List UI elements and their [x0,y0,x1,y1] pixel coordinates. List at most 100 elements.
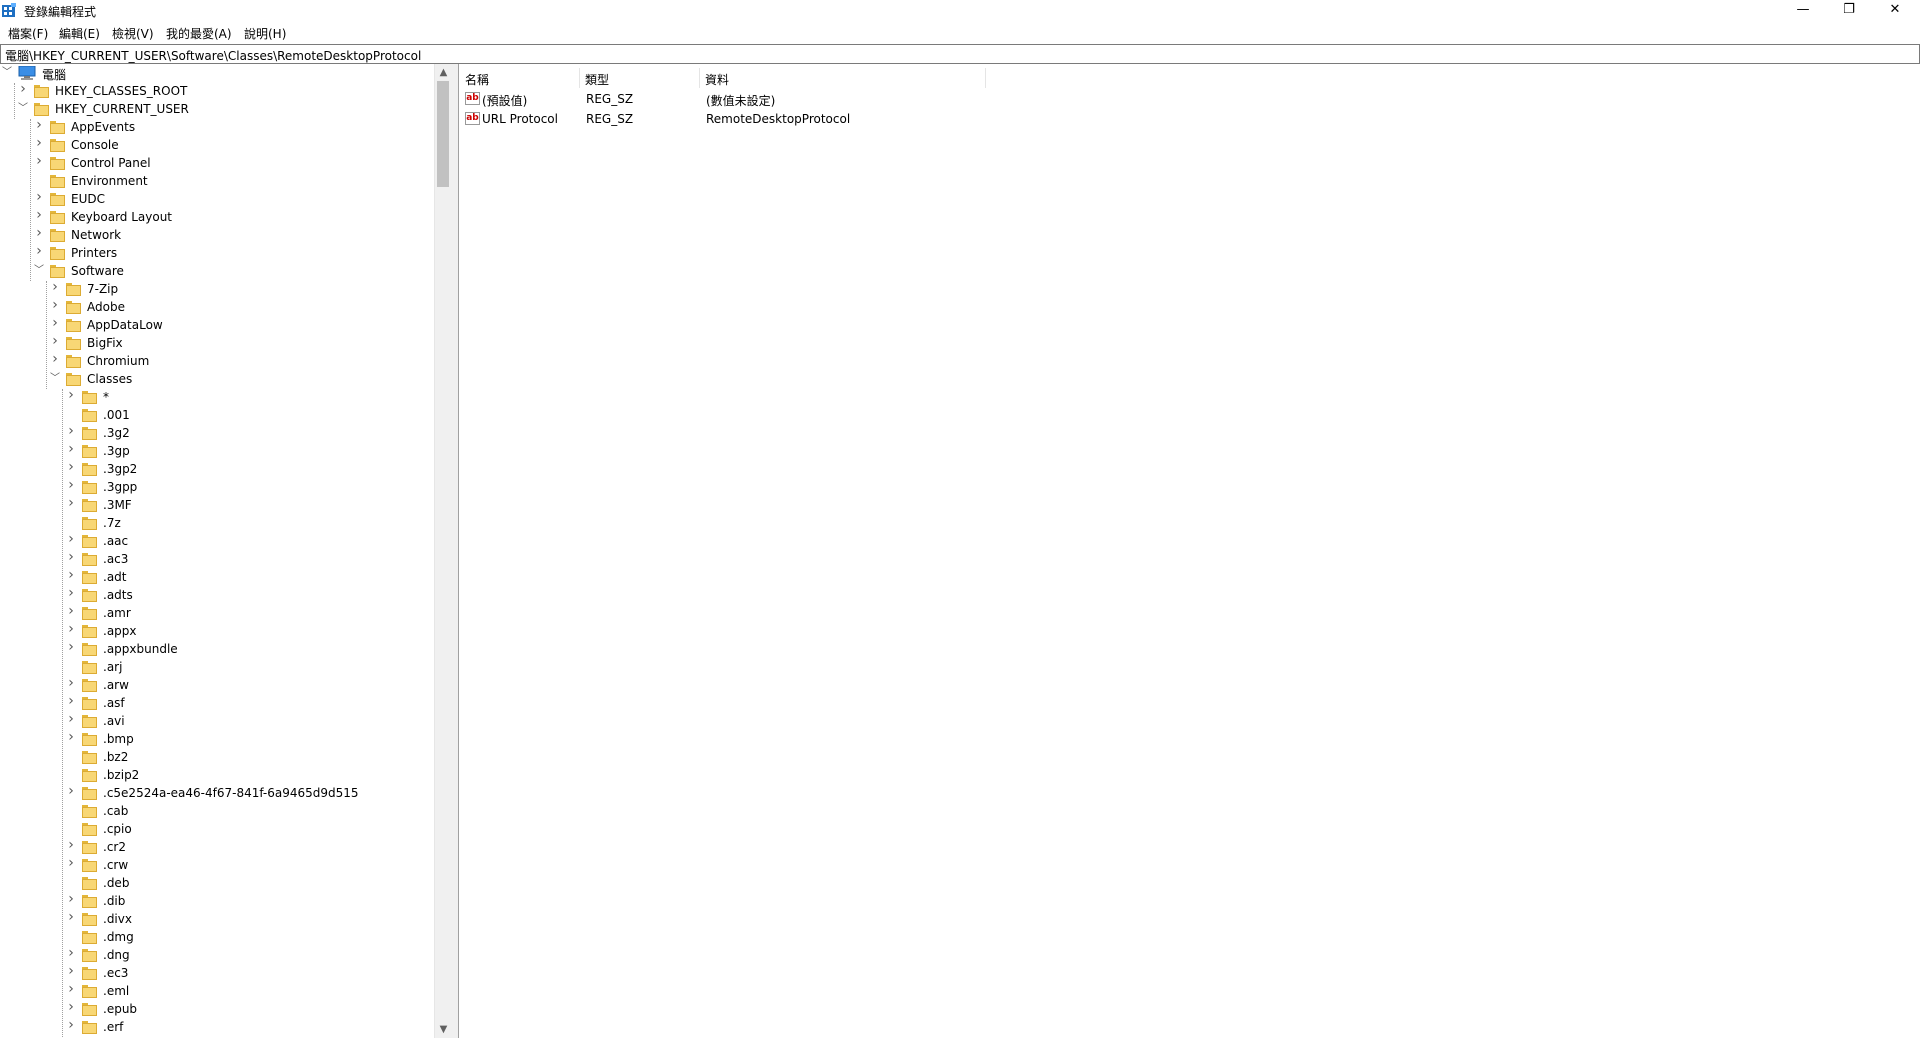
tree-node-label: .appx [103,624,137,638]
tree-guide-line [30,119,31,281]
chevron-right-icon[interactable]: › [66,856,76,870]
chevron-right-icon[interactable]: › [66,892,76,906]
chevron-right-icon[interactable]: › [66,910,76,924]
address-bar[interactable]: 電腦\HKEY_CURRENT_USER\Software\Classes\Re… [0,44,1920,64]
close-button[interactable]: ✕ [1872,0,1918,22]
tree-node-label: .ec3 [103,966,129,980]
menu-favorites[interactable]: 我的最愛(A) [166,25,232,42]
menu-file[interactable]: 檔案(F) [8,25,48,42]
value-type: REG_SZ [586,112,634,126]
chevron-right-icon[interactable]: › [18,82,28,96]
folder-icon [82,589,97,602]
folder-icon [82,697,97,710]
values-list-pane[interactable]: 名稱 類型 資料 ab (預設值) REG_SZ (數值未設定) ab URL … [459,64,1920,1038]
tree-node-label: .eml [103,984,130,998]
chevron-right-icon[interactable]: › [66,532,76,546]
tree-node-label: Adobe [87,300,125,314]
column-header-name[interactable]: 名稱 [459,68,580,88]
tree-node-label: 7-Zip [87,282,119,296]
address-path[interactable]: 電腦\HKEY_CURRENT_USER\Software\Classes\Re… [5,47,421,64]
chevron-right-icon[interactable]: › [66,478,76,492]
chevron-right-icon[interactable]: › [34,190,44,204]
tree-node-label: .3gpp [103,480,138,494]
chevron-right-icon[interactable]: › [66,838,76,852]
chevron-right-icon[interactable]: › [66,964,76,978]
folder-icon [66,337,81,350]
chevron-right-icon[interactable]: › [66,1000,76,1014]
chevron-right-icon[interactable]: › [34,118,44,132]
value-row[interactable]: ab (預設值) REG_SZ (數值未設定) [459,89,1459,109]
value-type: REG_SZ [586,92,634,106]
chevron-right-icon[interactable]: › [50,280,60,294]
chevron-right-icon[interactable]: › [66,622,76,636]
column-header-data[interactable]: 資料 [699,68,986,88]
chevron-down-icon[interactable]: ﹀ [2,67,12,79]
chevron-right-icon[interactable]: › [66,442,76,456]
chevron-right-icon[interactable]: › [66,568,76,582]
chevron-right-icon[interactable]: › [66,640,76,654]
scroll-down-arrow-icon[interactable]: ▼ [435,1021,452,1038]
folder-icon [82,1021,97,1034]
folder-icon [82,499,97,512]
tree-node-label: .divx [103,912,132,926]
chevron-right-icon[interactable]: › [66,784,76,798]
folder-icon [50,121,65,134]
restore-button[interactable]: ❐ [1826,0,1872,22]
chevron-right-icon[interactable]: › [66,982,76,996]
chevron-right-icon[interactable]: › [50,316,60,330]
chevron-right-icon[interactable]: › [66,676,76,690]
chevron-down-icon[interactable]: ﹀ [50,373,60,385]
tree-node-label: .c5e2524a-ea46-4f67-841f-6a9465d9d515 [103,786,359,800]
folder-icon [82,787,97,800]
tree-node-label: .001 [103,408,130,422]
chevron-right-icon[interactable]: › [66,424,76,438]
tree-node-label: 電腦 [42,68,67,82]
chevron-right-icon[interactable]: › [66,388,76,402]
chevron-right-icon[interactable]: › [34,154,44,168]
folder-icon [82,643,97,656]
tree-scrollbar[interactable]: ▲ ▼ [434,64,452,1038]
minimize-button[interactable]: — [1780,0,1826,22]
chevron-right-icon[interactable]: › [34,136,44,150]
tree-node-label: .dng [103,948,130,962]
pane-splitter[interactable] [452,64,459,1038]
tree-node-label: Environment [71,174,148,188]
menu-view[interactable]: 檢視(V) [112,25,154,42]
tree-node-label: .dmg [103,930,134,944]
chevron-right-icon[interactable]: › [34,244,44,258]
chevron-right-icon[interactable]: › [66,460,76,474]
chevron-down-icon[interactable]: ﹀ [34,265,44,277]
chevron-right-icon[interactable]: › [50,352,60,366]
column-header-type[interactable]: 類型 [579,68,700,88]
folder-icon [82,409,97,422]
chevron-right-icon[interactable]: › [50,298,60,312]
value-row[interactable]: ab URL Protocol REG_SZ RemoteDesktopProt… [459,109,1459,129]
chevron-right-icon[interactable]: › [66,496,76,510]
folder-icon [82,553,97,566]
folder-icon [34,103,49,116]
tree-guide-line [14,83,15,119]
folder-icon [50,265,65,278]
chevron-right-icon[interactable]: › [66,946,76,960]
menu-help[interactable]: 說明(H) [244,25,286,42]
scroll-thumb[interactable] [437,81,449,187]
chevron-right-icon[interactable]: › [66,730,76,744]
chevron-right-icon[interactable]: › [66,712,76,726]
scroll-up-arrow-icon[interactable]: ▲ [435,64,452,81]
chevron-right-icon[interactable]: › [50,334,60,348]
chevron-down-icon[interactable]: ﹀ [18,103,28,115]
key-tree-pane[interactable]: ﹀ 電腦 › HKEY_CLASSES_ROOT ﹀ HKEY_CURRENT_USER ›… [0,64,453,1038]
chevron-right-icon[interactable]: › [34,226,44,240]
folder-icon [66,301,81,314]
menu-edit[interactable]: 編輯(E) [59,25,100,42]
folder-icon [50,175,65,188]
tree-node-label: .cab [103,804,129,818]
chevron-right-icon[interactable]: › [66,604,76,618]
chevron-right-icon[interactable]: › [66,550,76,564]
chevron-right-icon[interactable]: › [66,694,76,708]
chevron-right-icon[interactable]: › [66,586,76,600]
chevron-right-icon[interactable]: › [66,1018,76,1032]
chevron-right-icon[interactable]: › [34,208,44,222]
tree-node-label: .ac3 [103,552,129,566]
folder-icon [82,481,97,494]
